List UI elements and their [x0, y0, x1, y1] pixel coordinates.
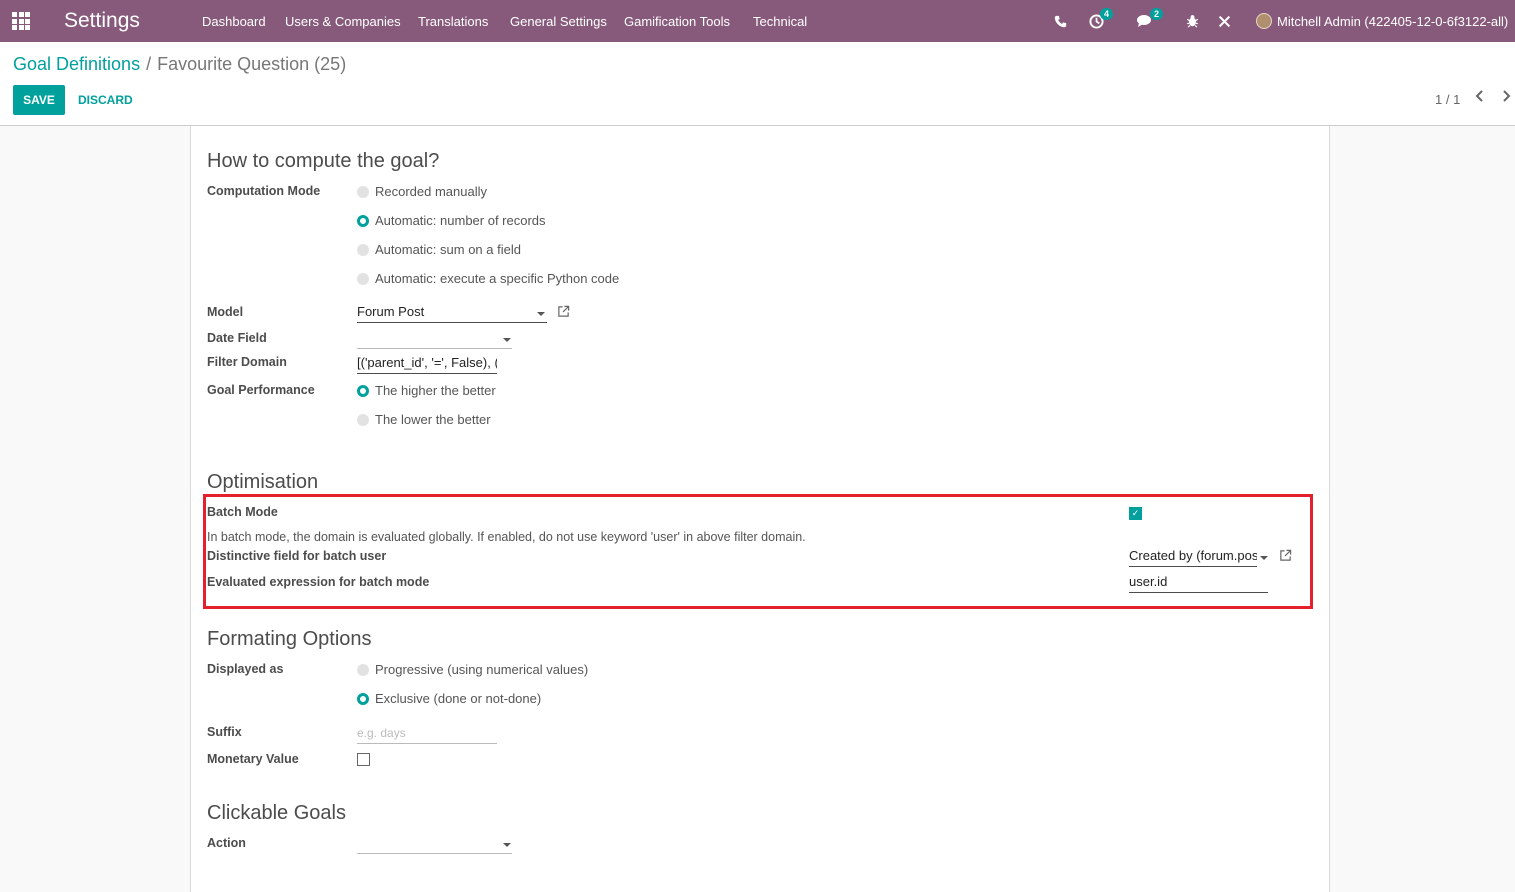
formating-section-title: Formating Options	[207, 628, 372, 650]
date-field-label: Date Field	[207, 331, 267, 345]
monetary-value-label: Monetary Value	[207, 752, 299, 766]
radio-label: Recorded manually	[375, 184, 488, 199]
discard-button[interactable]: DISCARD	[78, 85, 133, 115]
menu-users-companies[interactable]: Users & Companies	[285, 0, 401, 42]
activity-badge: 4	[1100, 8, 1114, 20]
phone-icon[interactable]	[1052, 0, 1068, 42]
menu-translations[interactable]: Translations	[418, 0, 488, 42]
clickable-section-title: Clickable Goals	[207, 802, 346, 824]
breadcrumb-separator: /	[146, 54, 152, 74]
app-brand[interactable]: Settings	[64, 0, 140, 42]
activity-icon[interactable]	[1087, 0, 1105, 42]
action-label: Action	[207, 836, 246, 850]
radio-button[interactable]	[357, 243, 369, 256]
menu-dashboard[interactable]: Dashboard	[202, 0, 266, 42]
filter-domain-label: Filter Domain	[207, 355, 287, 369]
batch-mode-label: Batch Mode	[207, 505, 278, 519]
radio-button-selected[interactable]	[357, 692, 369, 705]
distinctive-field-label: Distinctive field for batch user	[207, 549, 387, 563]
radio-exclusive[interactable]: Exclusive (done or not-done)	[357, 691, 541, 706]
batch-mode-checkbox[interactable]: ✓	[1129, 507, 1142, 520]
external-link-icon[interactable]	[557, 305, 570, 321]
radio-automatic-python[interactable]: Automatic: execute a specific Python cod…	[357, 271, 619, 286]
batch-mode-help: In batch mode, the domain is evaluated g…	[207, 530, 806, 544]
apps-icon[interactable]	[12, 0, 32, 42]
filter-domain-field[interactable]: [('parent_id', '=', False), ('t	[357, 354, 497, 374]
messages-badge: 2	[1150, 8, 1164, 20]
suffix-label: Suffix	[207, 725, 242, 739]
evaluated-expression-label: Evaluated expression for batch mode	[207, 575, 430, 589]
external-link-icon[interactable]	[1279, 549, 1292, 565]
radio-button-selected[interactable]	[357, 214, 369, 227]
suffix-input[interactable]: e.g. days	[357, 724, 497, 744]
model-field[interactable]: Forum Post	[357, 303, 547, 323]
evaluated-expression-field[interactable]: user.id	[1129, 573, 1268, 593]
bug-icon[interactable]	[1184, 0, 1200, 42]
optimisation-section-title: Optimisation	[207, 471, 319, 493]
radio-higher-better[interactable]: The higher the better	[357, 383, 496, 398]
chevron-down-icon[interactable]	[537, 312, 545, 316]
breadcrumb: Goal Definitions / Favourite Question (25)	[13, 54, 346, 75]
breadcrumb-goal-definitions[interactable]: Goal Definitions	[13, 54, 140, 74]
radio-label: Automatic: sum on a field	[375, 242, 521, 257]
control-panel: Goal Definitions / Favourite Question (25)…	[0, 42, 1515, 126]
radio-automatic-number[interactable]: Automatic: number of records	[357, 213, 546, 228]
distinctive-field-input[interactable]: Created by (forum.post)	[1129, 547, 1257, 567]
radio-button[interactable]	[357, 413, 369, 426]
tools-icon[interactable]	[1216, 0, 1232, 42]
form-sheet: How to compute the goal? Computation Mod…	[190, 126, 1330, 892]
displayed-as-label: Displayed as	[207, 662, 284, 676]
action-field[interactable]	[357, 834, 512, 854]
radio-label: Exclusive (done or not-done)	[375, 691, 542, 706]
avatar	[1256, 13, 1272, 29]
menu-technical[interactable]: Technical	[753, 0, 807, 42]
breadcrumb-current: Favourite Question (25)	[157, 54, 347, 74]
user-menu[interactable]: Mitchell Admin (422405-12-0-6f3122-all)	[1256, 0, 1508, 42]
date-field-input[interactable]	[357, 329, 512, 349]
menu-general-settings[interactable]: General Settings	[510, 0, 607, 42]
model-label: Model	[207, 305, 244, 319]
radio-label: Automatic: number of records	[375, 213, 546, 228]
chevron-down-icon[interactable]	[503, 843, 511, 847]
computation-mode-label: Computation Mode	[207, 184, 321, 198]
radio-automatic-sum[interactable]: Automatic: sum on a field	[357, 242, 521, 257]
top-navbar: Settings Dashboard Users & Companies Tra…	[0, 0, 1515, 42]
monetary-value-checkbox[interactable]	[357, 753, 370, 766]
pager-value[interactable]: 1 / 1	[1435, 92, 1460, 107]
radio-label: The higher the better	[375, 383, 496, 398]
radio-label: The lower the better	[375, 412, 491, 427]
chevron-right-icon[interactable]	[1502, 88, 1512, 106]
radio-label: Progressive (using numerical values)	[375, 662, 589, 677]
chevron-left-icon[interactable]	[1474, 88, 1484, 106]
menu-gamification-tools[interactable]: Gamification Tools	[624, 0, 730, 42]
radio-recorded-manually[interactable]: Recorded manually	[357, 184, 487, 199]
messages-icon[interactable]	[1135, 0, 1153, 42]
radio-label: Automatic: execute a specific Python cod…	[375, 271, 620, 286]
user-name: Mitchell Admin (422405-12-0-6f3122-all)	[1277, 13, 1509, 29]
chevron-down-icon[interactable]	[1260, 556, 1268, 560]
radio-button[interactable]	[357, 663, 369, 676]
radio-button[interactable]	[357, 185, 369, 198]
goal-performance-label: Goal Performance	[207, 383, 315, 397]
compute-section-title: How to compute the goal?	[207, 150, 440, 172]
save-button[interactable]: SAVE	[13, 85, 65, 115]
radio-lower-better[interactable]: The lower the better	[357, 412, 491, 427]
radio-button[interactable]	[357, 272, 369, 285]
chevron-down-icon[interactable]	[503, 338, 511, 342]
radio-progressive[interactable]: Progressive (using numerical values)	[357, 662, 588, 677]
radio-button-selected[interactable]	[357, 384, 369, 397]
